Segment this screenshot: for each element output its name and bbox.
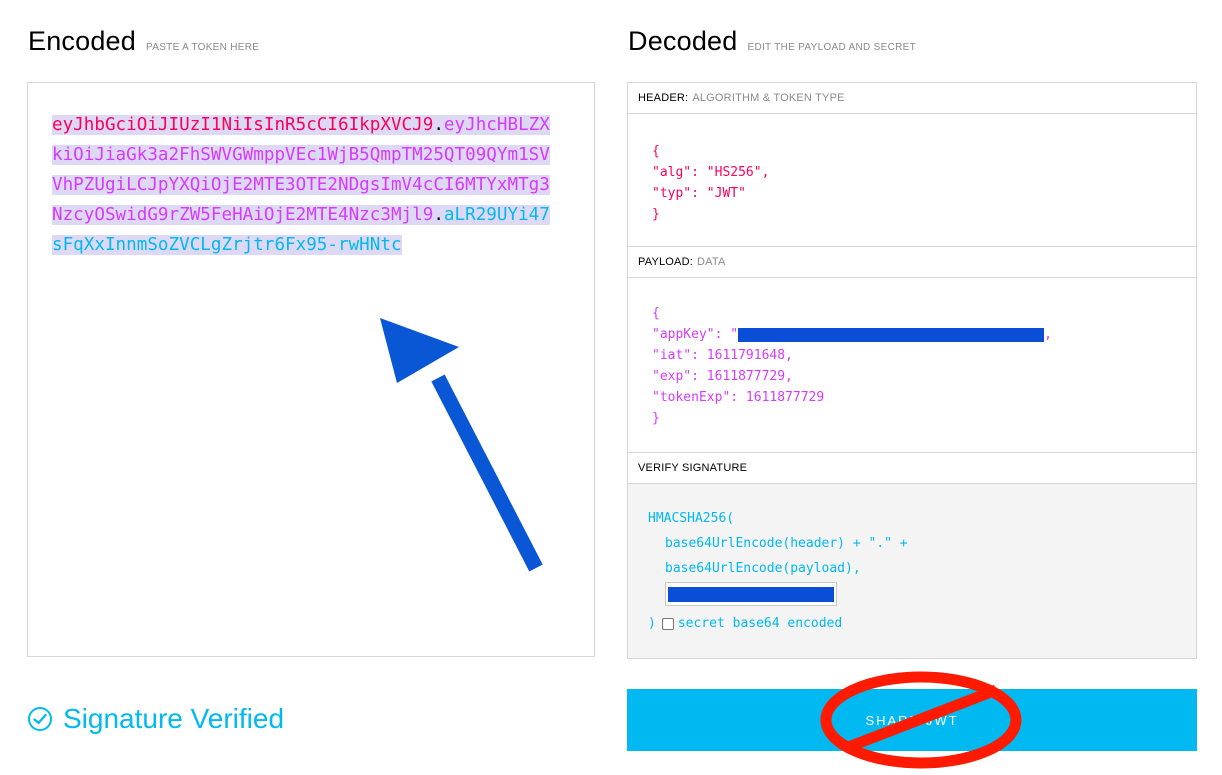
token-text[interactable]: eyJhbGciOiJIUzI1NiIsInR5cCI6IkpXVCJ9.eyJ… <box>52 110 552 260</box>
header-encode-line: base64UrlEncode(header) + "." + <box>665 536 908 551</box>
payload-json-editor[interactable]: { "appKey": ", "iat": 1611791648, "exp":… <box>628 278 1196 453</box>
encoded-title: Encoded <box>28 26 136 56</box>
json-brace: { <box>652 144 660 159</box>
encoded-token-editor[interactable]: eyJhbGciOiJIUzI1NiIsInR5cCI6IkpXVCJ9.eyJ… <box>27 82 595 657</box>
header-label: HEADER: <box>638 92 689 104</box>
appkey-prefix: "appKey": " <box>652 327 739 342</box>
token-header-part: eyJhbGciOiJIUzI1NiIsInR5cCI6IkpXVCJ9 <box>52 115 434 135</box>
hmac-line: HMACSHA256( <box>648 511 735 526</box>
decoded-subtitle: EDIT THE PAYLOAD AND SECRET <box>747 42 916 53</box>
payload-iat-line: "iat": 1611791648, <box>652 348 793 363</box>
header-sublabel: ALGORITHM & TOKEN TYPE <box>692 92 845 104</box>
payload-label: PAYLOAD: <box>638 256 693 268</box>
prohibited-icon <box>820 671 1022 769</box>
header-typ-line: "typ": "JWT" <box>652 186 746 201</box>
check-circle-icon <box>28 707 52 731</box>
payload-appkey-line: "appKey": ", <box>652 324 1172 345</box>
token-dot: . <box>433 205 444 225</box>
appkey-suffix: , <box>1044 327 1052 342</box>
redacted-secret <box>668 586 834 602</box>
secret-input[interactable] <box>665 581 837 606</box>
decoded-title: Decoded <box>628 26 738 56</box>
secret-base64-label: secret base64 encoded <box>677 616 843 631</box>
payload-section-title: PAYLOAD: DATA <box>628 247 1196 278</box>
signature-close-line: ) secret base64 encoded <box>648 611 1176 636</box>
header-json-editor[interactable]: { "alg": "HS256", "typ": "JWT" } <box>628 114 1196 247</box>
secret-base64-checkbox[interactable] <box>661 617 674 630</box>
header-alg-line: "alg": "HS256", <box>652 165 770 180</box>
json-brace: { <box>652 306 660 321</box>
json-brace: } <box>652 411 660 426</box>
redacted-appkey <box>738 327 1045 342</box>
verify-signature-panel: HMACSHA256( base64UrlEncode(header) + ".… <box>628 484 1196 658</box>
decoded-panel: HEADER: ALGORITHM & TOKEN TYPE { "alg": "… <box>627 82 1197 659</box>
payload-exp-line: "exp": 1611877729, <box>652 369 793 384</box>
payload-tokenexp-line: "tokenExp": 1611877729 <box>652 390 825 405</box>
decoded-heading: Decoded EDIT THE PAYLOAD AND SECRET <box>628 26 916 57</box>
payload-sublabel: DATA <box>697 256 726 268</box>
encoded-heading: Encoded PASTE A TOKEN HERE <box>28 26 259 57</box>
secret-row <box>648 581 1176 611</box>
annotation-arrow-icon <box>380 318 543 572</box>
signature-status-label: Signature Verified <box>63 703 285 734</box>
close-paren: ) <box>648 616 656 631</box>
signature-section-title: VERIFY SIGNATURE <box>628 453 1196 484</box>
encoded-subtitle: PASTE A TOKEN HERE <box>146 42 260 53</box>
signature-status: Signature Verified <box>27 703 284 735</box>
json-brace: } <box>652 207 660 222</box>
payload-encode-line: base64UrlEncode(payload), <box>665 561 861 576</box>
token-dot: . <box>433 115 444 135</box>
signature-label: VERIFY SIGNATURE <box>638 462 748 474</box>
header-section-title: HEADER: ALGORITHM & TOKEN TYPE <box>628 83 1196 114</box>
